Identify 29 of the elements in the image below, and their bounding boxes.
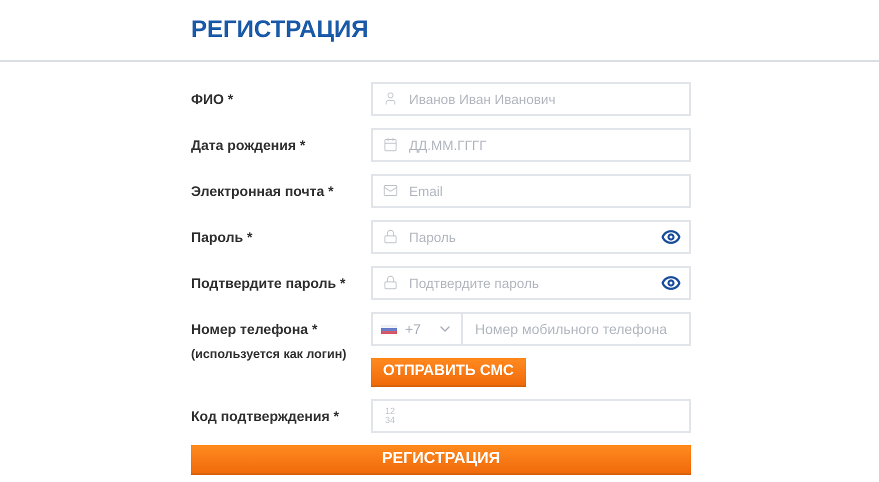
eye-icon[interactable]: [661, 227, 681, 247]
country-code: +7: [405, 320, 421, 338]
password-input[interactable]: Подтвердите пароль: [371, 266, 691, 300]
page-title: РЕГИСТРАЦИЯ: [191, 15, 369, 45]
field-label: Дата рождения *: [191, 136, 306, 154]
text-input[interactable]: Email: [371, 174, 691, 208]
phone-input[interactable]: Номер мобильного телефона: [461, 312, 691, 346]
field-label: Электронная почта *: [191, 182, 334, 200]
register-button[interactable]: РЕГИСТРАЦИЯ: [191, 445, 691, 475]
text-input[interactable]: ДД.ММ.ГГГГ: [371, 128, 691, 162]
code-input[interactable]: 12 34: [371, 399, 691, 433]
eye-icon[interactable]: [661, 273, 681, 293]
mail-icon: [383, 183, 398, 198]
text-input[interactable]: Иванов Иван Иванович: [371, 82, 691, 116]
field-label: Код подтверждения *: [191, 407, 339, 425]
field-note: (используется как логин): [191, 346, 346, 362]
field-label: ФИО *: [191, 90, 234, 108]
field-label: Пароль *: [191, 228, 252, 246]
lock-icon: [383, 275, 398, 290]
user-icon: [383, 91, 398, 106]
country-code-select[interactable]: +7: [371, 312, 461, 346]
field-label: Номер телефона *: [191, 320, 318, 338]
digits-icon: 12 34: [385, 407, 396, 425]
calendar-icon: [383, 137, 398, 152]
lock-icon: [383, 229, 398, 244]
password-input[interactable]: Пароль: [371, 220, 691, 254]
flag-icon: [381, 324, 397, 334]
field-label: Подтвердите пароль *: [191, 274, 346, 292]
send-sms-button[interactable]: ОТПРАВИТЬ СМС: [371, 358, 526, 387]
